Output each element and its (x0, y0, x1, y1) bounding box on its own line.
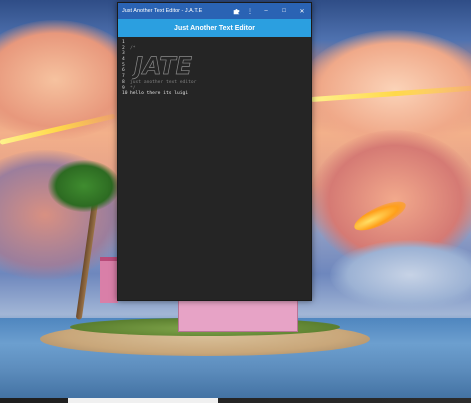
app-header: Just Another Text Editor (118, 19, 311, 37)
puzzle-icon-svg (233, 8, 239, 14)
window-title: Just Another Text Editor - J.A.T.E (122, 8, 203, 14)
wallpaper-house-side (100, 257, 118, 303)
puzzle-icon[interactable] (229, 3, 243, 19)
kebab-icon[interactable]: ⋮ (243, 3, 257, 19)
window-titlebar[interactable]: Just Another Text Editor - J.A.T.E ⋮ – □… (118, 3, 311, 19)
code-editor[interactable]: 1 2/* 3 4 5 6 7 8 just another text editor 9 */10 h… (118, 37, 311, 300)
line-number: 10 (122, 91, 128, 97)
minimize-button[interactable]: – (257, 3, 275, 19)
app-window: Just Another Text Editor - J.A.T.E ⋮ – □… (117, 2, 312, 301)
line-text: /* (130, 45, 136, 51)
desktop-wallpaper: Just Another Text Editor - J.A.T.E ⋮ – □… (0, 0, 471, 403)
line-text: hello there its luigi (130, 91, 189, 97)
close-button[interactable]: ✕ (293, 3, 311, 19)
editor-line[interactable]: 10 hello there its luigi (122, 91, 311, 97)
taskbar-active-item[interactable] (68, 398, 218, 403)
wallpaper-house (178, 296, 298, 332)
wallpaper-palm-leaves (48, 160, 120, 212)
maximize-button[interactable]: □ (275, 3, 293, 19)
editor-lines: 1 2/* 3 4 5 6 7 8 just another text editor 9 */10 h… (122, 40, 311, 97)
line-text: just another text editor (130, 79, 197, 85)
wallpaper-cloud (330, 240, 471, 310)
